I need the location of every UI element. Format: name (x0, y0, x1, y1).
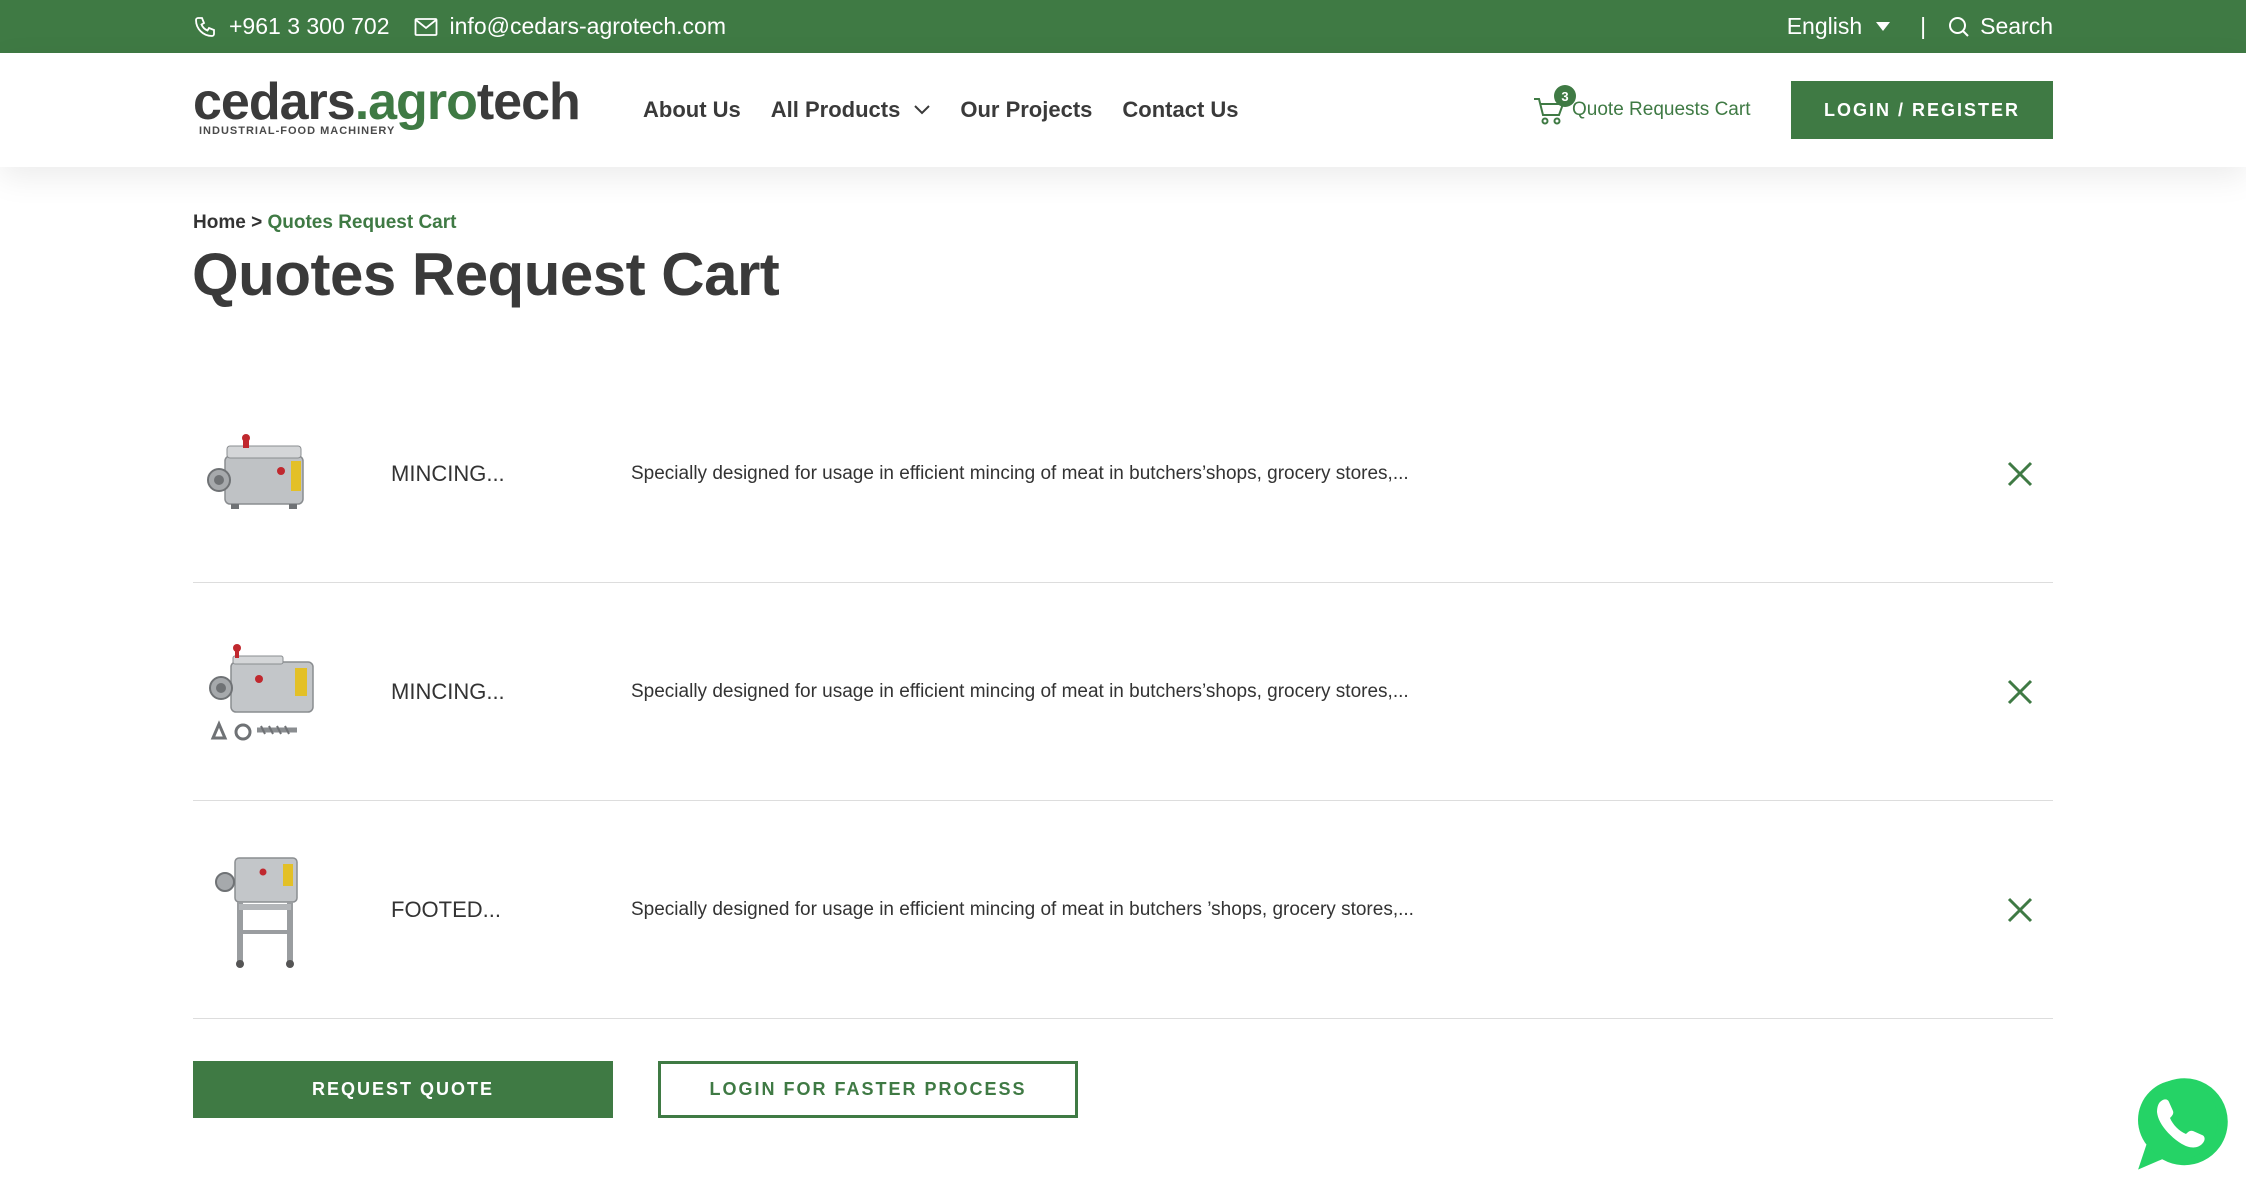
mail-icon (414, 17, 437, 36)
product-image[interactable] (203, 634, 323, 754)
search-icon (1949, 16, 1969, 37)
whatsapp-icon[interactable] (2112, 1062, 2238, 1188)
cart-icon: 3 (1532, 85, 1576, 127)
language-selector[interactable]: English (1786, 13, 1891, 40)
breadcrumb-current: Quotes Request Cart (267, 212, 457, 233)
remove-item-icon[interactable] (2005, 895, 2035, 925)
nav-all-products[interactable]: All Products (771, 97, 931, 123)
quote-item-row: FOOTED... Specially designed for usage i… (193, 801, 2053, 1019)
product-image[interactable] (203, 416, 323, 536)
quote-item-row: MINCING... Specially designed for usage … (193, 583, 2053, 801)
cart-label: Quote Requests Cart (1572, 99, 1751, 120)
login-register-button[interactable]: LOGIN / REGISTER (1791, 81, 2053, 139)
chevron-down-icon (914, 105, 931, 115)
quote-item-row: MINCING... Specially designed for usage … (193, 365, 2053, 583)
contact-info: +961 3 300 702 info@cedars-agrotech.com (193, 0, 750, 53)
breadcrumb-home[interactable]: Home (193, 212, 246, 233)
main-nav: About Us All Products Our Projects Conta… (643, 53, 1269, 167)
logo-tagline: INDUSTRIAL-FOOD MACHINERY (199, 125, 396, 137)
request-quote-button[interactable]: REQUEST QUOTE (193, 1061, 613, 1118)
search-label: Search (1980, 13, 2053, 39)
quote-cart-link[interactable]: 3 Quote Requests Cart (1532, 53, 1750, 167)
product-image[interactable] (203, 852, 323, 972)
breadcrumb: Home > Quotes Request Cart (193, 212, 456, 234)
product-name[interactable]: MINCING... (391, 679, 505, 705)
phone-link[interactable]: +961 3 300 702 (193, 13, 390, 40)
caret-down-icon (1876, 22, 1891, 31)
nav-contact-us[interactable]: Contact Us (1122, 97, 1238, 123)
nav-about-us[interactable]: About Us (643, 97, 741, 123)
search-button[interactable]: Search (1948, 13, 2053, 40)
logo-wordmark: cedars.agrotech (193, 73, 581, 131)
breadcrumb-separator: > (251, 212, 263, 233)
site-logo[interactable]: cedars.agrotech INDUSTRIAL-FOOD MACHINER… (193, 73, 593, 139)
topbar-right: English | Search (1787, 0, 2053, 53)
remove-item-icon[interactable] (2005, 459, 2035, 489)
nav-our-projects[interactable]: Our Projects (960, 97, 1092, 123)
product-name[interactable]: FOOTED... (391, 897, 501, 923)
login-faster-button[interactable]: LOGIN FOR FASTER PROCESS (658, 1061, 1078, 1118)
product-description: Specially designed for usage in efficien… (631, 681, 1409, 702)
main-header: cedars.agrotech INDUSTRIAL-FOOD MACHINER… (0, 53, 2246, 167)
phone-number: +961 3 300 702 (229, 13, 390, 39)
product-description: Specially designed for usage in efficien… (631, 899, 1414, 920)
quote-items-list: MINCING... Specially designed for usage … (193, 365, 2053, 1019)
remove-item-icon[interactable] (2005, 677, 2035, 707)
top-bar: +961 3 300 702 info@cedars-agrotech.com … (0, 0, 2246, 53)
separator: | (1920, 13, 1927, 39)
language-label: English (1786, 13, 1863, 39)
phone-icon (195, 16, 215, 37)
email-link[interactable]: info@cedars-agrotech.com (414, 13, 726, 40)
product-name[interactable]: MINCING... (391, 461, 505, 487)
page-title: Quotes Request Cart (192, 241, 780, 308)
email-address: info@cedars-agrotech.com (449, 13, 727, 39)
cart-count-badge: 3 (1554, 85, 1576, 107)
product-description: Specially designed for usage in efficien… (631, 463, 1409, 484)
